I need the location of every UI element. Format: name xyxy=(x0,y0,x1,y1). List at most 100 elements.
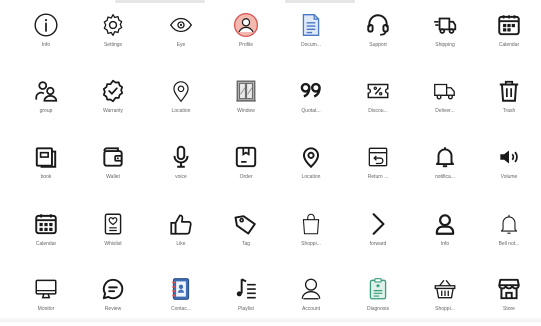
icon-label: Review xyxy=(104,306,122,312)
icon-label: Info xyxy=(440,241,450,247)
tag-icon xyxy=(233,211,259,237)
icon-label: Like xyxy=(176,241,186,247)
icon-tile[interactable]: Discou... xyxy=(348,78,408,128)
icon-tile[interactable]: Shoppi... xyxy=(281,211,341,261)
icon-label: Trash xyxy=(502,108,516,114)
document-icon xyxy=(298,12,324,38)
icon-tile[interactable]: Location xyxy=(281,144,341,194)
bottom-edge xyxy=(0,316,541,322)
profile-icon xyxy=(233,12,259,38)
icon-tile[interactable]: Volume xyxy=(479,144,539,194)
review-chat-icon xyxy=(100,276,126,302)
icon-tile[interactable]: Info xyxy=(415,211,475,261)
icon-label: Shipping xyxy=(435,42,455,48)
delivery-truck-icon xyxy=(432,78,458,104)
chevron-right-icon xyxy=(365,211,391,237)
icon-label: group xyxy=(39,108,53,114)
icon-label: Contac... xyxy=(170,306,191,312)
icon-tile[interactable]: group xyxy=(16,78,76,128)
icon-label: Location xyxy=(171,108,191,114)
icon-grid: Info Settings Eye Profile Docum... Support Shi… xyxy=(0,0,541,322)
account-icon xyxy=(298,276,324,302)
icon-label: Deliver... xyxy=(435,108,455,114)
store-icon xyxy=(496,276,522,302)
icon-tile[interactable]: Profile xyxy=(216,12,276,62)
icon-label: Settings xyxy=(103,42,123,48)
icon-label: Warranty xyxy=(102,108,124,114)
icon-tile[interactable]: Like xyxy=(151,211,211,261)
icon-tile[interactable]: Settings xyxy=(83,12,143,62)
location-pin-icon xyxy=(168,78,194,104)
icon-tile[interactable]: Trash xyxy=(479,78,539,128)
icon-label: Info xyxy=(41,42,51,48)
icon-label: book xyxy=(40,174,52,180)
eye-icon xyxy=(168,12,194,38)
user-outline-icon xyxy=(432,211,458,237)
icon-tile[interactable]: Warranty xyxy=(83,78,143,128)
playlist-icon xyxy=(233,276,259,302)
icon-label: Playlist xyxy=(238,306,254,312)
icon-tile[interactable]: voice xyxy=(151,144,211,194)
icon-label: Calendar xyxy=(35,241,57,247)
icon-tile[interactable]: Docum... xyxy=(281,12,341,62)
icon-label: Discou... xyxy=(368,108,388,114)
shopping-bag-icon xyxy=(298,211,324,237)
icon-label: Quotat... xyxy=(301,108,321,114)
icon-label: Monitor xyxy=(37,306,55,312)
order-box-icon xyxy=(233,144,259,170)
wallet-icon xyxy=(100,144,126,170)
wishlist-icon xyxy=(100,211,126,237)
icon-tile[interactable]: Bell not... xyxy=(479,211,539,261)
icon-tile[interactable]: Wallet xyxy=(83,144,143,194)
icon-tile[interactable]: Quotat... xyxy=(281,78,341,128)
info-icon xyxy=(33,12,59,38)
icon-tile[interactable]: Location xyxy=(151,78,211,128)
icon-label: Volume xyxy=(500,174,518,180)
icon-tile[interactable]: Info xyxy=(16,12,76,62)
window-icon xyxy=(233,78,259,104)
icon-tile[interactable]: forward xyxy=(348,211,408,261)
icon-tile[interactable]: notifica... xyxy=(415,144,475,194)
icon-label: Calendar xyxy=(498,42,520,48)
diagnosis-clipboard-icon xyxy=(365,276,391,302)
book-icon xyxy=(33,144,59,170)
icon-tile[interactable]: Window xyxy=(216,78,276,128)
icon-tile[interactable]: Deliver... xyxy=(415,78,475,128)
trash-icon xyxy=(496,78,522,104)
gear-icon xyxy=(100,12,126,38)
icon-label: notifica... xyxy=(434,174,455,180)
location-circle-icon xyxy=(298,144,324,170)
icon-tile[interactable]: Whislist xyxy=(83,211,143,261)
icon-label: Tag xyxy=(241,241,251,247)
calendar-icon xyxy=(496,12,522,38)
icon-tile[interactable]: Support xyxy=(348,12,408,62)
contact-book-icon xyxy=(168,276,194,302)
icon-tile[interactable]: Shipping xyxy=(415,12,475,62)
warranty-badge-icon xyxy=(100,78,126,104)
icon-label: Order xyxy=(239,174,253,180)
icon-label: Shoppi... xyxy=(435,306,455,312)
icon-tile[interactable]: book xyxy=(16,144,76,194)
icon-label: Window xyxy=(237,108,255,114)
return-box-icon xyxy=(365,144,391,170)
icon-label: Location xyxy=(301,174,321,180)
icon-tile[interactable]: Order xyxy=(216,144,276,194)
group-icon xyxy=(33,78,59,104)
icon-label: Store xyxy=(503,306,515,312)
thumbs-up-icon xyxy=(168,211,194,237)
icon-tile[interactable]: Calendar xyxy=(16,211,76,261)
icon-label: Eye xyxy=(176,42,186,48)
headset-icon xyxy=(365,12,391,38)
calendar-grid-icon xyxy=(33,211,59,237)
icon-label: Return ... xyxy=(367,174,389,180)
icon-tile[interactable]: Return ... xyxy=(348,144,408,194)
icon-tile[interactable]: Tag xyxy=(216,211,276,261)
icon-label: Support xyxy=(369,42,387,48)
icon-tile[interactable]: Eye xyxy=(151,12,211,62)
icon-label: Docum... xyxy=(300,42,321,48)
shopping-basket-icon xyxy=(432,276,458,302)
icon-tile[interactable]: Calendar xyxy=(479,12,539,62)
icon-label: Whislist xyxy=(104,241,122,247)
truck-fast-icon xyxy=(432,12,458,38)
icon-label: forward xyxy=(369,241,387,247)
